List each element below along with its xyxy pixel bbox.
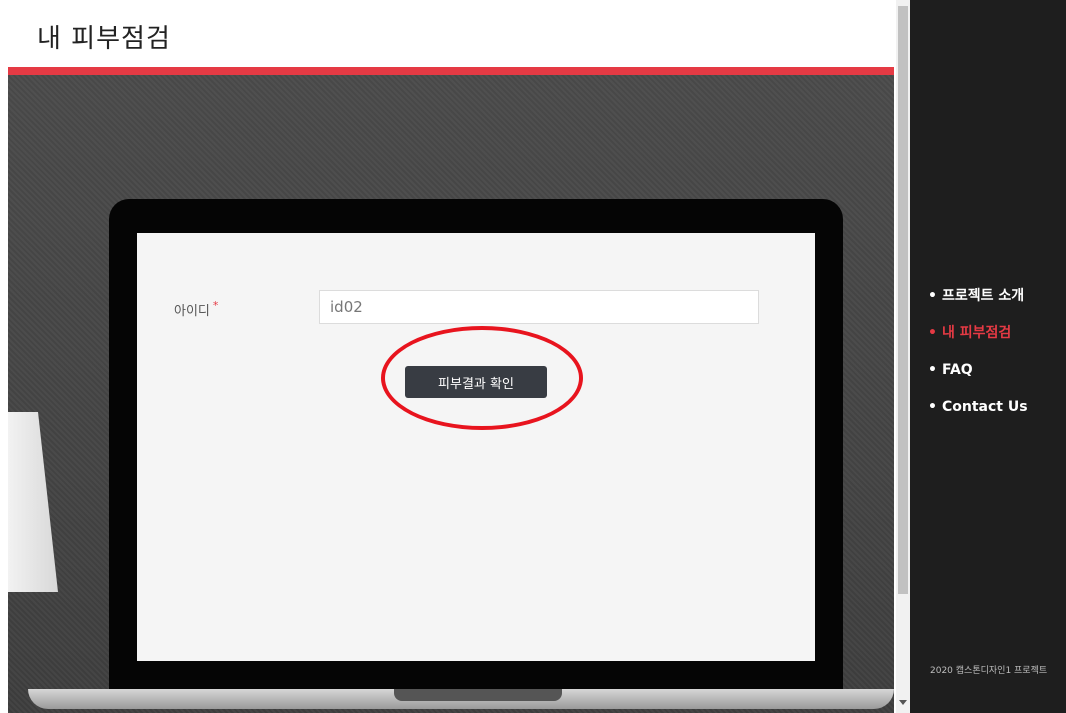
scroll-down-icon[interactable] <box>899 700 907 705</box>
bullet-icon: • <box>928 288 937 304</box>
footer-text: 2020 캡스톤디자인1 프로젝트 <box>930 666 1048 676</box>
page-header: 내 피부점검 <box>0 0 896 67</box>
sidebar-item-faq[interactable]: • FAQ <box>928 358 1028 395</box>
bullet-icon: • <box>928 325 937 341</box>
bullet-icon: • <box>928 362 937 378</box>
sidebar-item-project-intro[interactable]: • 프로젝트 소개 <box>928 284 1028 321</box>
id-label-text: 아이디 <box>174 304 210 319</box>
sidebar-nav: • 프로젝트 소개 • 내 피부점검 • FAQ • Contact Us <box>928 284 1028 432</box>
sidebar-item-contact[interactable]: • Contact Us <box>928 395 1028 432</box>
bullet-icon: • <box>928 399 937 415</box>
check-result-button[interactable]: 피부결과 확인 <box>405 366 547 398</box>
id-input[interactable] <box>319 290 759 324</box>
sidebar: • 프로젝트 소개 • 내 피부점검 • FAQ • Contact Us 2020 캡… <box>910 0 1066 713</box>
sidebar-item-label: 내 피부점검 <box>942 325 1012 341</box>
main-stage: 아이디* 피부결과 확인 <box>8 75 894 713</box>
page-title: 내 피부점검 <box>37 24 171 54</box>
header-accent-line <box>8 67 894 75</box>
scrollbar-thumb[interactable] <box>898 6 908 594</box>
lamp-decoration <box>8 412 58 592</box>
required-mark: * <box>212 299 219 312</box>
sidebar-item-label: FAQ <box>942 362 973 378</box>
laptop-notch <box>394 689 562 701</box>
sidebar-item-label: Contact Us <box>942 399 1028 415</box>
sidebar-item-skin-check[interactable]: • 내 피부점검 <box>928 321 1028 358</box>
page-scrollbar[interactable] <box>896 0 910 713</box>
sidebar-item-label: 프로젝트 소개 <box>942 288 1025 304</box>
id-label: 아이디 * <box>174 299 219 319</box>
laptop-screen: 아이디* 피부결과 확인 <box>137 233 815 661</box>
